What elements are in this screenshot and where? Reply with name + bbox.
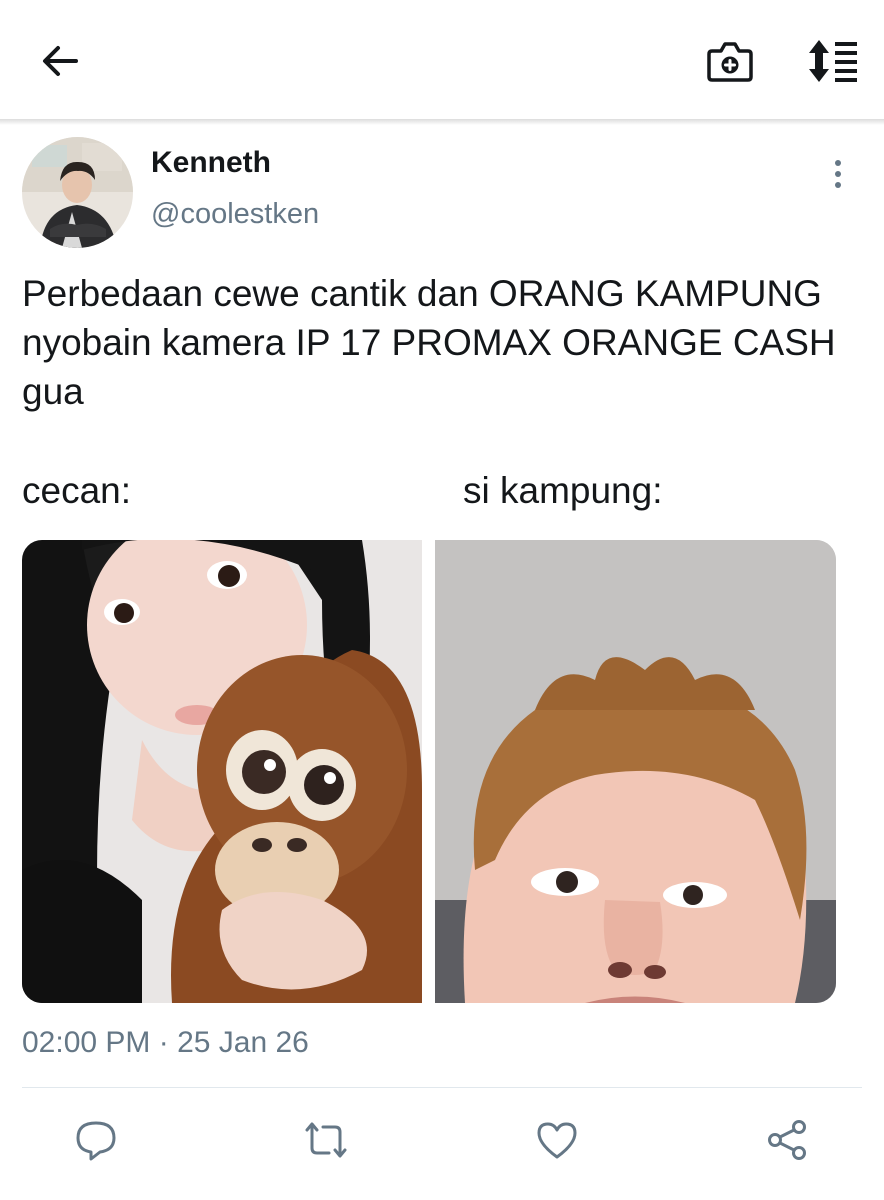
sort-list-icon	[809, 40, 857, 82]
retweet-button[interactable]	[296, 1112, 356, 1168]
retweet-icon	[305, 1122, 347, 1158]
avatar-photo	[22, 137, 133, 248]
divider	[22, 1087, 862, 1088]
tweet-photo-right[interactable]	[435, 540, 836, 1003]
more-options-button[interactable]	[820, 152, 856, 196]
top-app-bar	[0, 0, 884, 120]
share-icon	[768, 1120, 806, 1160]
heart-icon	[537, 1122, 577, 1159]
tweet-timestamp: 02:00 PM · 25 Jan 26	[22, 1026, 309, 1059]
back-button[interactable]	[30, 36, 90, 86]
photo-man-selfie	[435, 540, 836, 1003]
sort-button[interactable]	[800, 34, 866, 88]
tweet-photo-left[interactable]	[22, 540, 422, 1003]
author-handle[interactable]: @coolestken	[151, 198, 319, 231]
camera-plus-icon	[707, 42, 753, 82]
like-button[interactable]	[527, 1112, 587, 1168]
tweet-text: Perbedaan cewe cantik dan ORANG KAMPUNG …	[22, 273, 836, 412]
author-name[interactable]: Kenneth	[151, 146, 271, 180]
more-vertical-icon	[835, 160, 841, 188]
avatar[interactable]	[22, 137, 133, 248]
camera-button[interactable]	[700, 36, 760, 86]
caption-left: cecan:	[22, 470, 132, 511]
reply-button[interactable]	[66, 1112, 126, 1168]
photo-girl-with-monkey-plush	[22, 540, 422, 1003]
reply-icon	[76, 1121, 116, 1161]
top-bar-shadow	[0, 119, 884, 125]
arrow-left-icon	[43, 46, 78, 76]
caption-right: si kampung:	[463, 470, 663, 511]
share-button[interactable]	[757, 1112, 817, 1168]
